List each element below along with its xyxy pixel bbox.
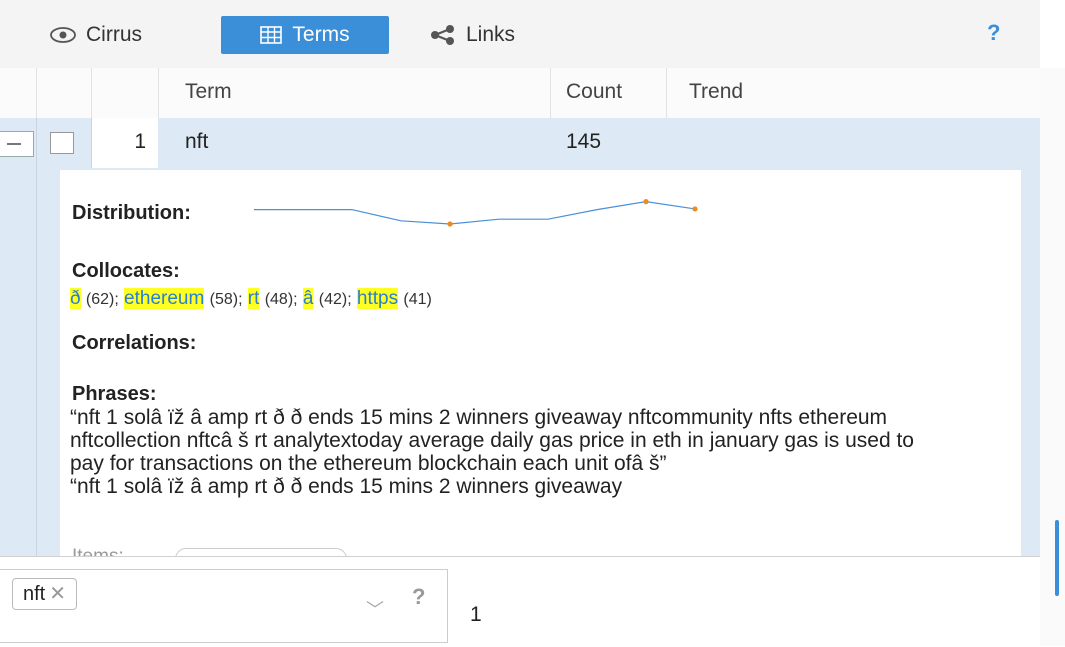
collocate-count: (41) — [403, 291, 432, 308]
collocate-separator: ; — [293, 291, 298, 308]
column-divider — [158, 68, 159, 118]
collocate-link[interactable]: ethereum — [124, 288, 205, 309]
column-header-term[interactable]: Term — [185, 80, 232, 104]
term-details-panel: Distribution: Collocates: ð (62); ethere… — [60, 170, 1021, 556]
scroll-track — [1040, 68, 1065, 646]
collocate-link[interactable]: ð — [70, 288, 81, 309]
collocate-count: (62) — [85, 291, 115, 308]
phrase-item: “nft 1 solâ ïž â amp rt ð ð ends 15 mins… — [70, 406, 914, 475]
sparkline-point — [692, 206, 698, 212]
help-button[interactable]: ? — [987, 20, 1000, 46]
bottom-bar: nft ✕ ﹀ ? 1 — [0, 556, 1040, 647]
scrollbar-thumb[interactable] — [1055, 520, 1059, 596]
term-cell: nft — [185, 130, 209, 153]
sparkline-point — [643, 199, 649, 205]
share-nodes-icon — [430, 25, 456, 45]
collocates-label: Collocates: — [72, 260, 180, 282]
column-divider — [36, 68, 37, 118]
tab-cirrus[interactable]: Cirrus — [50, 16, 142, 54]
items-slider[interactable] — [175, 548, 347, 556]
collocate-link[interactable]: rt — [247, 288, 260, 309]
sparkline-point — [447, 221, 453, 227]
phrase-item: “nft 1 solâ ïž â amp rt ð ð ends 15 mins… — [70, 475, 623, 498]
collocate-count: (42) — [318, 291, 348, 308]
query-tag[interactable]: nft ✕ — [12, 578, 78, 610]
items-label: Items: — [72, 546, 124, 556]
tab-terms[interactable]: Terms — [221, 16, 389, 54]
collocates-list: ð (62); ethereum (58); rt (48); â (42); … — [70, 288, 432, 310]
distribution-sparkline — [254, 199, 698, 227]
query-help-button[interactable]: ? — [412, 584, 425, 610]
column-header-trend[interactable]: Trend — [689, 80, 743, 104]
toolbar: Cirrus Terms Links ? — [0, 0, 1040, 68]
count-cell: 145 — [566, 130, 602, 153]
column-divider — [550, 68, 551, 118]
table-row[interactable]: 1 nft 145 — [0, 118, 1040, 168]
tab-terms-label: Terms — [292, 23, 350, 46]
column-divider — [91, 68, 92, 118]
query-input[interactable]: nft ✕ ﹀ ? — [0, 569, 448, 643]
collocate-link[interactable]: https — [356, 288, 399, 309]
table-icon — [260, 26, 283, 44]
collocate-separator: ; — [347, 291, 352, 308]
phrases-list: “nft 1 solâ ïž â amp rt ð ð ends 15 mins… — [70, 406, 950, 498]
row-number-cell: 1 — [92, 118, 158, 168]
collocate-count: (48) — [264, 291, 294, 308]
query-tag-label: nft — [23, 583, 46, 605]
row-collapse-toggle[interactable] — [0, 131, 34, 157]
close-icon[interactable]: ✕ — [49, 583, 66, 605]
collocate-separator: ; — [238, 291, 243, 308]
collocate-separator: ; — [114, 291, 119, 308]
distribution-label: Distribution: — [72, 202, 191, 224]
collocate-link[interactable]: â — [302, 288, 314, 309]
column-divider — [666, 68, 667, 118]
results-value: 1 — [470, 603, 482, 626]
chevron-down-icon[interactable]: ﹀ — [366, 596, 384, 622]
tab-links-label: Links — [466, 23, 516, 46]
row-number: 1 — [134, 130, 146, 153]
sparkline-line — [254, 200, 696, 225]
column-divider — [36, 118, 37, 168]
correlations-label: Correlations: — [72, 332, 197, 354]
grid-header: Term Count Trend — [0, 68, 1040, 119]
tab-links[interactable]: Links — [430, 16, 515, 54]
tab-cirrus-label: Cirrus — [86, 23, 142, 46]
column-header-count[interactable]: Count — [566, 80, 622, 104]
phrases-label: Phrases: — [72, 383, 157, 405]
eye-icon — [50, 27, 76, 43]
column-divider — [36, 168, 37, 556]
collocate-count: (58) — [209, 291, 239, 308]
minus-icon — [7, 143, 21, 145]
row-checkbox[interactable] — [50, 132, 74, 154]
